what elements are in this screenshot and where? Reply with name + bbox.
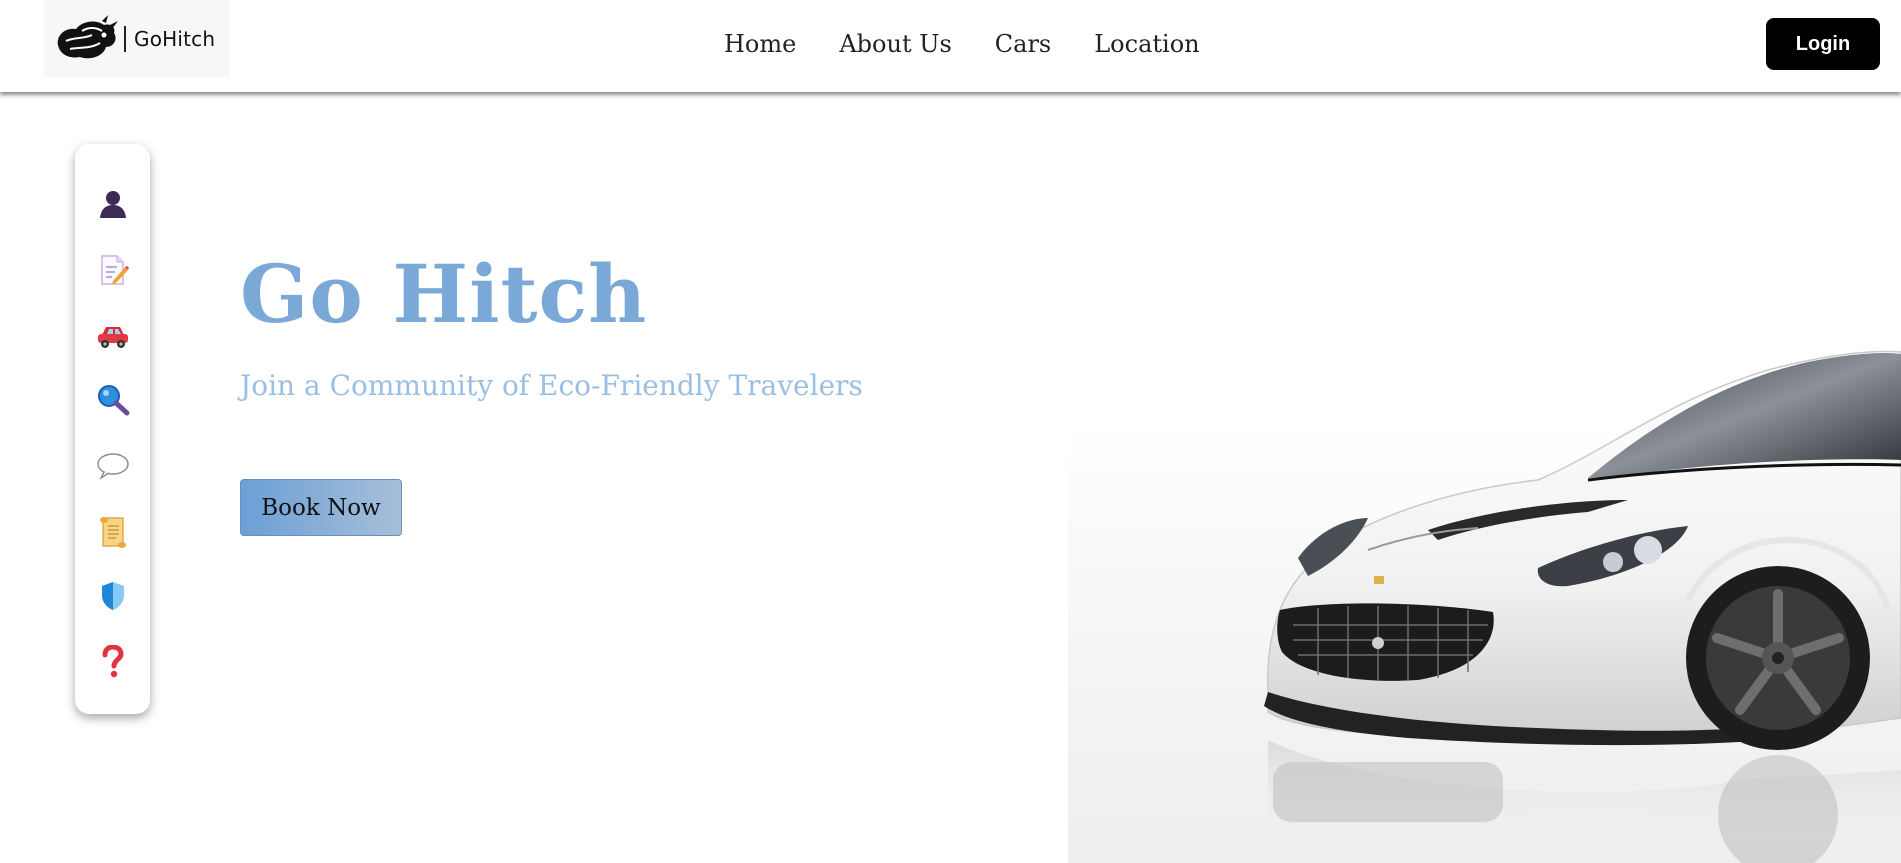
hero-title: Go Hitch (240, 247, 648, 341)
dock-item-search[interactable] (93, 380, 133, 420)
dock-item-terms[interactable] (93, 512, 133, 552)
help-icon (102, 645, 124, 678)
chat-bubble-icon (97, 453, 129, 480)
main-nav: Home About Us Cars Location (724, 28, 1243, 60)
car-icon (98, 327, 128, 348)
dock-item-messages[interactable] (93, 446, 133, 486)
hero-subtitle: Join a Community of Eco-Friendly Travele… (240, 369, 863, 402)
book-now-button[interactable]: Book Now (240, 479, 402, 536)
logo-divider (124, 25, 126, 52)
side-icon-dock (75, 144, 150, 714)
shield-icon (102, 582, 124, 610)
dragon-logo-icon (57, 14, 118, 58)
logo-text: GoHitch (134, 26, 216, 51)
edit-document-icon (101, 255, 129, 285)
person-icon (100, 191, 126, 218)
search-icon (98, 385, 130, 416)
dock-item-privacy[interactable] (93, 576, 133, 616)
nav-location[interactable]: Location (1094, 28, 1199, 60)
hero-car-image (1068, 350, 1901, 863)
dock-item-edit[interactable] (93, 250, 133, 290)
dock-item-profile[interactable] (93, 184, 133, 224)
top-navigation-bar: GoHitch Home About Us Cars Location Logi… (0, 0, 1901, 92)
nav-home[interactable]: Home (724, 28, 796, 60)
brand-logo[interactable]: GoHitch (44, 0, 230, 77)
scroll-icon (100, 517, 126, 548)
login-button[interactable]: Login (1766, 18, 1880, 70)
nav-cars[interactable]: Cars (995, 28, 1051, 60)
nav-about-us[interactable]: About Us (839, 28, 951, 60)
dock-item-help[interactable] (93, 642, 133, 682)
dock-item-cars[interactable] (93, 316, 133, 356)
